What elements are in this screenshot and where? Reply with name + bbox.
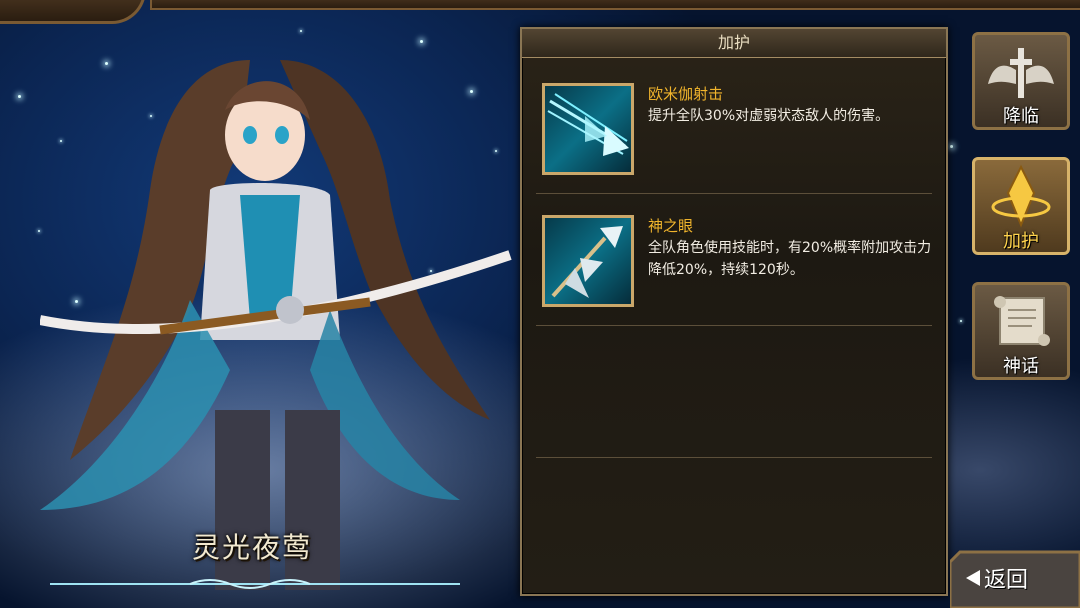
tab-descent[interactable]: 降临 xyxy=(972,32,1070,130)
character-name: 灵光夜莺 xyxy=(192,531,313,564)
corner-ornament xyxy=(0,0,146,24)
scroll-icon xyxy=(994,296,1050,346)
panel-title: 加护 xyxy=(522,29,946,58)
arrow-left-icon xyxy=(966,570,980,586)
back-button[interactable]: 返回 xyxy=(950,548,1080,608)
tab-myth[interactable]: 神话 xyxy=(972,282,1070,380)
top-bar-ornament xyxy=(150,0,1080,10)
skill-name: 欧米伽射击 xyxy=(648,85,724,103)
tab-blessing[interactable]: 加护 xyxy=(972,157,1070,255)
winged-cross-icon xyxy=(988,48,1054,98)
skill-name: 神之眼 xyxy=(648,217,694,235)
arrow-heads-icon xyxy=(542,215,634,307)
empty-skill-row xyxy=(536,327,932,458)
skill-row[interactable]: 欧米伽射击 提升全队30%对虚弱状态敌人的伤害。 xyxy=(536,63,932,194)
blessing-panel: 加护 欧米伽射击 提升全队30%对虚弱状态敌人的伤害。 神之眼 全队角色使用技能… xyxy=(520,27,948,596)
golden-crest-icon xyxy=(991,164,1051,228)
skill-description: 提升全队30%对虚弱状态敌人的伤害。 xyxy=(648,108,890,124)
back-label: 返回 xyxy=(984,568,1029,593)
skill-row[interactable]: 神之眼 全队角色使用技能时，有20%概率附加攻击力降低20%，持续120秒。 xyxy=(536,195,932,326)
arrow-burst-icon xyxy=(542,83,634,175)
tab-label: 神话 xyxy=(1003,356,1039,377)
tab-label: 加护 xyxy=(1003,231,1039,252)
character-portrait xyxy=(39,40,520,608)
tab-label: 降临 xyxy=(1003,106,1039,127)
skill-description: 全队角色使用技能时，有20%概率附加攻击力降低20%，持续120秒。 xyxy=(648,240,932,278)
name-ornament-bar xyxy=(50,579,460,589)
